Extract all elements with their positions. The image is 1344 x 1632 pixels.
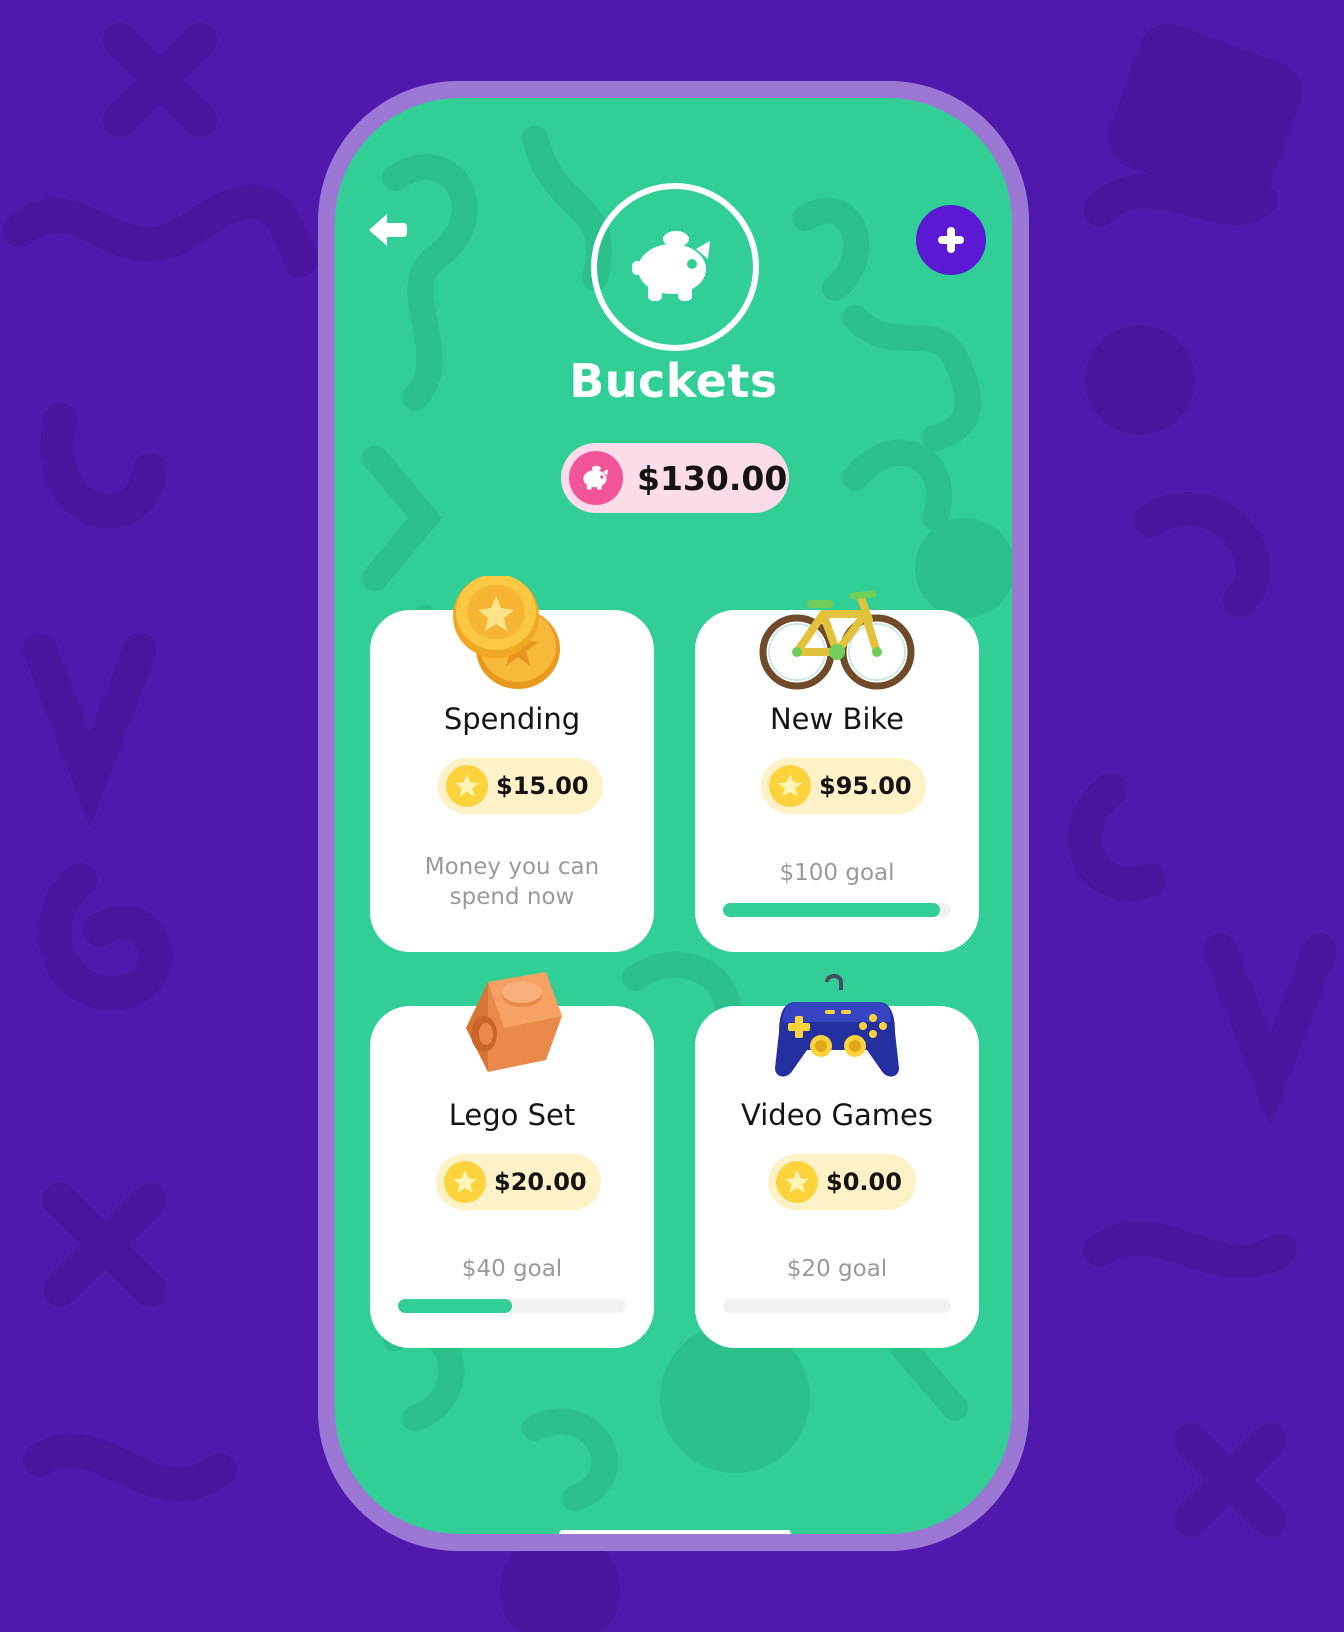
bucket-amount: $15.00 xyxy=(496,772,589,800)
bucket-card-spending[interactable]: Spending $15.00 Money you can spend now xyxy=(370,576,654,952)
coins-icon xyxy=(453,576,560,689)
home-indicator[interactable] xyxy=(559,1530,791,1534)
bucket-amount: $95.00 xyxy=(819,772,912,800)
goal-progress-fill xyxy=(398,1299,512,1313)
star-coin-icon xyxy=(769,765,811,807)
page-title: Buckets xyxy=(569,354,778,408)
total-balance-pill: $130.00 xyxy=(561,443,789,513)
bucket-name: New Bike xyxy=(769,702,905,736)
bicycle-icon xyxy=(759,590,915,690)
goal-progress-bar xyxy=(723,903,951,917)
bucket-card-lego-set[interactable]: Lego Set $20.00 $40 goal xyxy=(370,972,654,1348)
bucket-amount-badge: $15.00 xyxy=(438,758,603,814)
bucket-description: Money you can spend now xyxy=(424,854,600,910)
gamepad-icon xyxy=(775,974,899,1077)
star-coin-icon xyxy=(446,765,488,807)
goal-progress-fill xyxy=(723,903,940,917)
bucket-goal: $100 goal xyxy=(779,860,895,886)
piggy-bank-badge-icon xyxy=(569,451,623,505)
bucket-name: Lego Set xyxy=(448,1098,576,1132)
goal-progress-bar xyxy=(723,1299,951,1313)
app-screen: Buckets $130.00 Spending $15.00 Money yo… xyxy=(335,98,1012,1534)
bucket-amount: $20.00 xyxy=(494,1168,587,1196)
star-coin-icon xyxy=(776,1161,818,1203)
total-balance: $130.00 xyxy=(637,458,788,498)
bucket-amount-badge: $20.00 xyxy=(436,1154,601,1210)
bucket-amount: $0.00 xyxy=(826,1168,902,1196)
bucket-name: Spending xyxy=(443,702,581,736)
star-coin-icon xyxy=(444,1161,486,1203)
piggy-bank-icon xyxy=(632,231,710,301)
add-bucket-button[interactable] xyxy=(916,205,986,275)
lego-brick-icon xyxy=(466,972,562,1072)
back-button[interactable] xyxy=(355,198,419,262)
bucket-amount-badge: $95.00 xyxy=(761,758,926,814)
goal-progress-bar xyxy=(398,1299,626,1313)
phone-frame: Buckets $130.00 Spending $15.00 Money yo… xyxy=(318,81,1029,1551)
back-arrow-icon xyxy=(369,214,407,246)
bucket-goal: $20 goal xyxy=(786,1256,888,1282)
bucket-goal: $40 goal xyxy=(461,1256,563,1282)
bucket-card-video-games[interactable]: Video Games $0.00 $20 goal xyxy=(695,974,979,1348)
bucket-card-new-bike[interactable]: New Bike $95.00 $100 goal xyxy=(695,590,979,952)
plus-icon xyxy=(938,227,964,253)
bucket-name: Video Games xyxy=(741,1098,933,1132)
hero-icon-circle xyxy=(591,183,759,351)
bucket-amount-badge: $0.00 xyxy=(768,1154,916,1210)
